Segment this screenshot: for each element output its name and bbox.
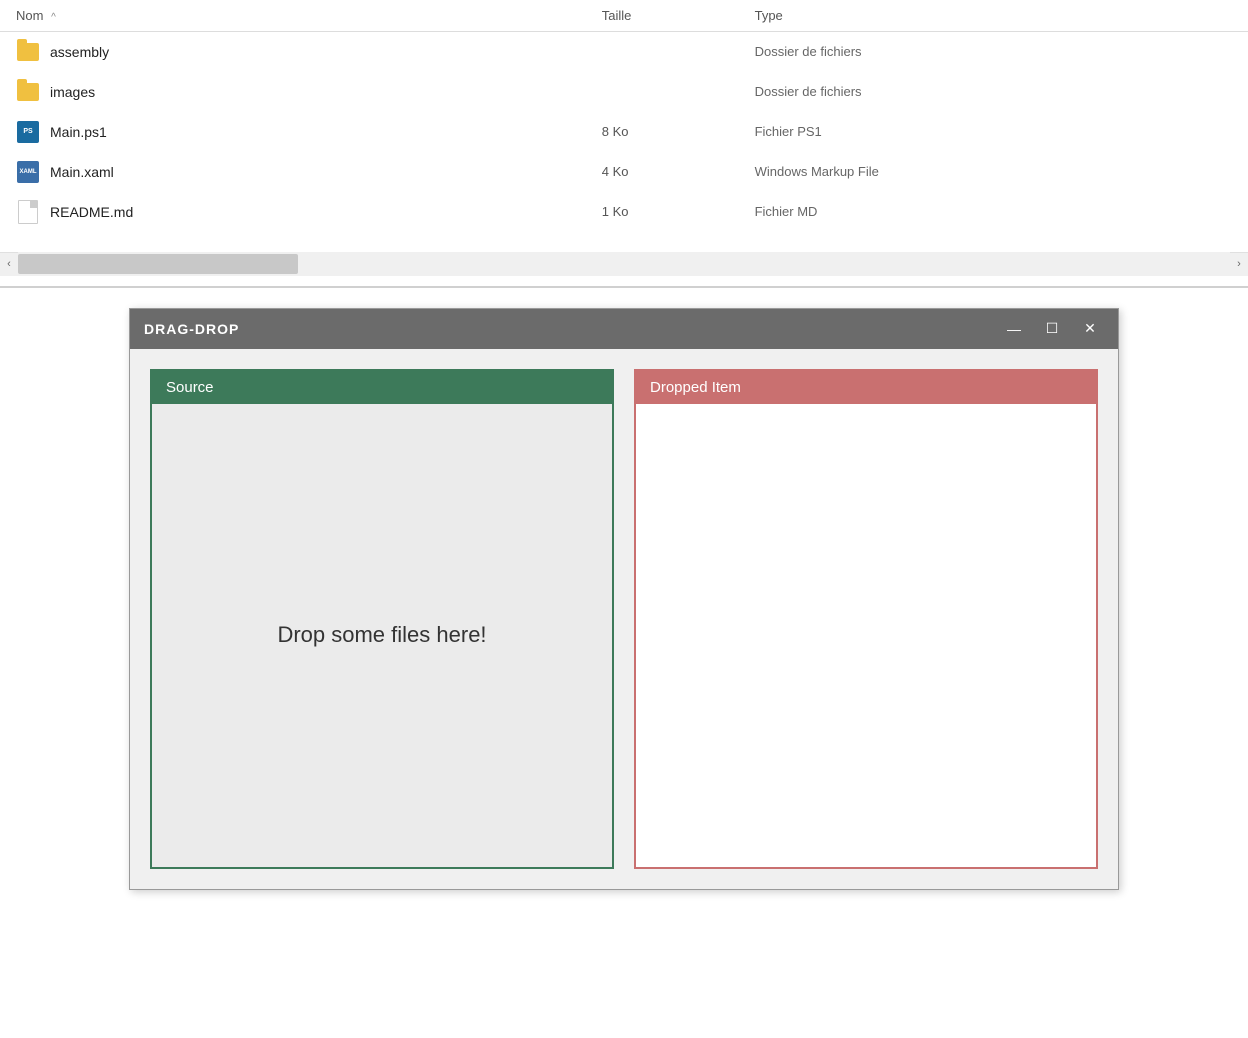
file-name-cell-2[interactable]: PS Main.ps1 (0, 112, 586, 152)
source-panel-body[interactable]: Drop some files here! (152, 404, 612, 867)
file-name-label: README.md (50, 204, 133, 220)
xaml-icon: XAML (17, 161, 39, 183)
file-name-cell-3[interactable]: XAML Main.xaml (0, 152, 586, 192)
dropped-panel-body[interactable] (636, 404, 1096, 867)
drag-drop-container: DRAG-DROP — ☐ ✕ Source Drop some files h… (0, 308, 1248, 890)
folder-icon (17, 43, 39, 61)
file-name-label: assembly (50, 44, 109, 60)
file-name-label: Main.ps1 (50, 124, 107, 140)
file-size-cell: 8 Ko (586, 112, 739, 152)
file-type-cell: Dossier de fichiers (739, 32, 1248, 72)
file-name-cell-1[interactable]: images (0, 72, 586, 112)
sort-icon: ^ (51, 12, 56, 23)
file-type-cell: Windows Markup File (739, 152, 1248, 192)
table-row[interactable]: README.md 1 KoFichier MD (0, 192, 1248, 232)
window-titlebar: DRAG-DROP — ☐ ✕ (130, 309, 1118, 349)
file-size-cell (586, 72, 739, 112)
table-row[interactable]: images Dossier de fichiers (0, 72, 1248, 112)
scroll-arrow-left[interactable]: ‹ (0, 252, 18, 276)
table-header-row: Nom ^ Taille Type (0, 0, 1248, 32)
file-name-label: Main.xaml (50, 164, 114, 180)
dropped-panel-header: Dropped Item (636, 371, 1096, 404)
dropped-panel[interactable]: Dropped Item (634, 369, 1098, 869)
file-name-cell-0[interactable]: assembly (0, 32, 586, 72)
source-panel-header: Source (152, 371, 612, 404)
drag-drop-window: DRAG-DROP — ☐ ✕ Source Drop some files h… (129, 308, 1119, 890)
text-icon (18, 200, 38, 224)
scroll-thumb[interactable] (18, 254, 298, 274)
folder-icon (17, 83, 39, 101)
maximize-button[interactable]: ☐ (1038, 315, 1066, 343)
horizontal-scrollbar[interactable]: ‹ › (0, 252, 1248, 276)
window-controls: — ☐ ✕ (1000, 315, 1104, 343)
table-row[interactable]: assembly Dossier de fichiers (0, 32, 1248, 72)
col-header-size[interactable]: Taille (586, 0, 739, 32)
file-size-cell: 1 Ko (586, 192, 739, 232)
table-row[interactable]: PS Main.ps1 8 KoFichier PS1 (0, 112, 1248, 152)
window-content: Source Drop some files here! Dropped Ite… (130, 349, 1118, 889)
file-size-cell (586, 32, 739, 72)
file-type-cell: Dossier de fichiers (739, 72, 1248, 112)
file-explorer: Nom ^ Taille Type assembly Dossier de fic… (0, 0, 1248, 276)
drop-hint-text: Drop some files here! (277, 622, 486, 648)
file-name-label: images (50, 84, 95, 100)
source-panel[interactable]: Source Drop some files here! (150, 369, 614, 869)
col-header-type[interactable]: Type (739, 0, 1248, 32)
col-header-name[interactable]: Nom ^ (0, 0, 586, 32)
scroll-track[interactable] (18, 252, 1230, 276)
scroll-arrow-right[interactable]: › (1230, 252, 1248, 276)
section-divider (0, 286, 1248, 288)
file-name-cell-4[interactable]: README.md (0, 192, 586, 232)
ps1-icon: PS (17, 121, 39, 143)
table-row[interactable]: XAML Main.xaml 4 KoWindows Markup File (0, 152, 1248, 192)
file-type-cell: Fichier PS1 (739, 112, 1248, 152)
minimize-button[interactable]: — (1000, 315, 1028, 343)
file-type-cell: Fichier MD (739, 192, 1248, 232)
file-size-cell: 4 Ko (586, 152, 739, 192)
window-title: DRAG-DROP (144, 321, 1000, 337)
close-button[interactable]: ✕ (1076, 315, 1104, 343)
file-table: Nom ^ Taille Type assembly Dossier de fic… (0, 0, 1248, 232)
